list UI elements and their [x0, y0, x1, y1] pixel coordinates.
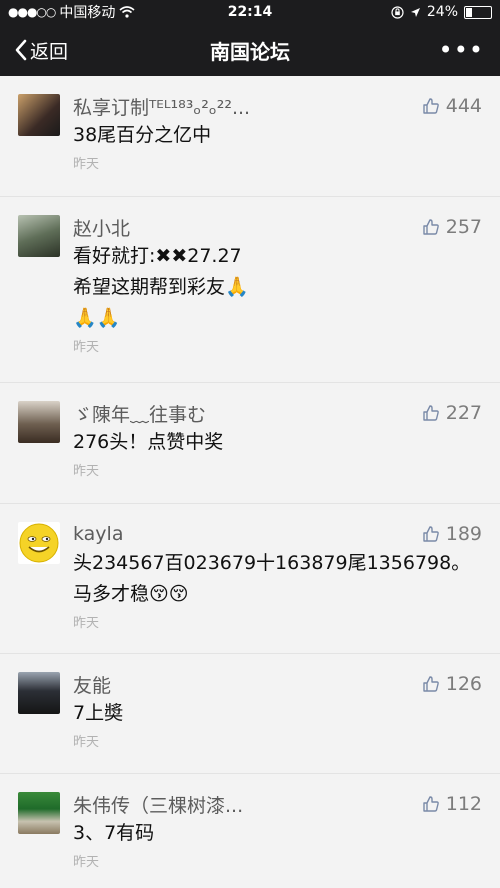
comment-author[interactable]: 朱伟传（三棵树漆...	[73, 791, 422, 818]
like-button[interactable]: 126	[422, 673, 482, 695]
like-count: 112	[445, 793, 482, 815]
like-button[interactable]: 227	[422, 402, 482, 424]
signal-strength-icon: ●●●○○	[8, 5, 56, 19]
like-button[interactable]: 257	[422, 216, 482, 238]
status-bar: ●●●○○ 中国移动 22:14 24%	[0, 0, 500, 24]
avatar[interactable]	[18, 401, 60, 443]
avatar[interactable]	[18, 94, 60, 136]
comment-author[interactable]: 友能	[73, 671, 422, 698]
battery-icon	[464, 5, 492, 19]
comment-author[interactable]: ゞ陳年﹏往事む	[73, 400, 422, 427]
avatar[interactable]	[18, 792, 60, 834]
battery-percentage: 24%	[426, 4, 458, 20]
comment-head: 私享订制ᵀᴱᴸ¹⁸³ₒ²ₒ²²... 444	[73, 92, 482, 120]
orientation-lock-icon	[391, 5, 404, 19]
comment-item: 友能 126 7上奬 昨天	[0, 654, 500, 774]
comment-head: 朱伟传（三棵树漆... 112	[73, 790, 482, 818]
comment-body: 私享订制ᵀᴱᴸ¹⁸³ₒ²ₒ²²... 444 38尾百分之亿中 昨天	[73, 92, 482, 196]
comment-author[interactable]: kayla	[73, 523, 422, 545]
chevron-left-icon	[15, 39, 27, 61]
comment-head: kayla 189	[73, 520, 482, 548]
like-count: 126	[445, 673, 482, 695]
comment-head: 赵小北 257	[73, 213, 482, 241]
comment-item: 赵小北 257 看好就打:✖✖27.27 希望这期帮到彩友🙏 🙏🙏 昨天	[0, 197, 500, 383]
like-button[interactable]: 189	[422, 523, 482, 545]
status-right: 24%	[391, 4, 492, 20]
comment-time: 昨天	[73, 616, 100, 631]
more-button[interactable]: •••	[439, 38, 500, 62]
comment-author[interactable]: 赵小北	[73, 214, 422, 241]
comment-body: 朱伟传（三棵树漆... 112 3、7有码 昨天	[73, 790, 482, 888]
comment-body: 赵小北 257 看好就打:✖✖27.27 希望这期帮到彩友🙏 🙏🙏 昨天	[73, 213, 482, 382]
thumbs-up-icon	[423, 526, 439, 542]
like-count: 257	[445, 216, 482, 238]
page-title: 南国论坛	[210, 39, 290, 64]
back-button[interactable]: 返回	[0, 37, 68, 64]
avatar[interactable]	[18, 672, 60, 714]
status-left: ●●●○○ 中国移动	[8, 2, 135, 22]
thumbs-up-icon	[423, 676, 439, 692]
carrier-name: 中国移动	[59, 5, 116, 21]
battery-level	[466, 7, 472, 17]
thumbs-up-icon	[423, 219, 439, 235]
comment-text: 3、7有码	[73, 822, 155, 844]
comment-head: 友能 126	[73, 670, 482, 698]
comment-body: 友能 126 7上奬 昨天	[73, 670, 482, 773]
comment-item: kayla 189 头234567百023679十163879尾1356798。…	[0, 504, 500, 654]
comment-item: ゞ陳年﹏往事む 227 276头！点赞中奖 昨天	[0, 383, 500, 504]
comment-text: 头234567百023679十163879尾1356798。 马多才稳😚😚	[73, 552, 471, 605]
comment-list: 私享订制ᵀᴱᴸ¹⁸³ₒ²ₒ²²... 444 38尾百分之亿中 昨天 赵小北 2…	[0, 76, 500, 888]
avatar[interactable]	[18, 215, 60, 257]
comment-body: ゞ陳年﹏往事む 227 276头！点赞中奖 昨天	[73, 399, 482, 503]
back-label: 返回	[30, 40, 69, 63]
comment-head: ゞ陳年﹏往事む 227	[73, 399, 482, 427]
thumbs-up-icon	[423, 405, 439, 421]
location-arrow-icon	[410, 7, 420, 17]
comment-item: 朱伟传（三棵树漆... 112 3、7有码 昨天	[0, 774, 500, 888]
comment-item: 私享订制ᵀᴱᴸ¹⁸³ₒ²ₒ²²... 444 38尾百分之亿中 昨天	[0, 76, 500, 197]
comment-body: kayla 189 头234567百023679十163879尾1356798。…	[73, 520, 482, 653]
comment-author[interactable]: 私享订制ᵀᴱᴸ¹⁸³ₒ²ₒ²²...	[73, 93, 422, 120]
comment-time: 昨天	[73, 340, 100, 355]
like-count: 227	[445, 402, 482, 424]
thumbs-up-icon	[423, 796, 439, 812]
comment-time: 昨天	[73, 157, 100, 172]
comment-text: 276头！点赞中奖	[73, 431, 224, 453]
comment-time: 昨天	[73, 735, 100, 750]
thumbs-up-icon	[423, 98, 439, 114]
comment-text: 7上奬	[73, 702, 124, 724]
nav-bar: 返回 南国论坛 •••	[0, 24, 500, 76]
like-button[interactable]: 112	[422, 793, 482, 815]
comment-text: 看好就打:✖✖27.27 希望这期帮到彩友🙏 🙏🙏	[73, 245, 249, 329]
like-count: 444	[445, 95, 482, 117]
comment-time: 昨天	[73, 464, 100, 479]
comment-text: 38尾百分之亿中	[73, 124, 212, 146]
smiley-avatar-icon[interactable]	[18, 522, 60, 564]
wifi-icon	[119, 6, 135, 18]
comment-time: 昨天	[73, 855, 100, 870]
like-button[interactable]: 444	[422, 95, 482, 117]
like-count: 189	[445, 523, 482, 545]
